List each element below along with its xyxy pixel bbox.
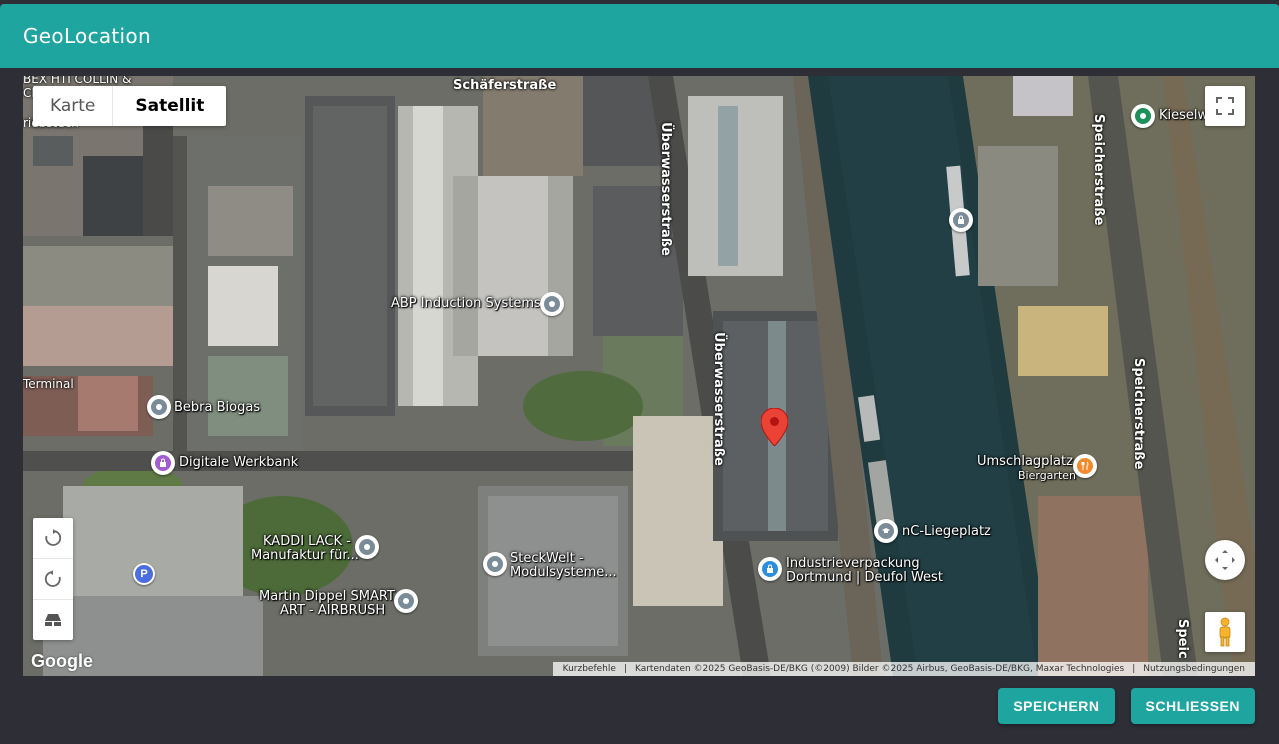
satellite-imagery: [23, 76, 1255, 676]
place-label[interactable]: Manufaktur für...: [251, 549, 359, 563]
rotate-clockwise-button[interactable]: [33, 518, 73, 559]
map-marker-icon[interactable]: [760, 407, 789, 451]
place-label[interactable]: Umschlagplatz: [977, 455, 1073, 469]
place-label[interactable]: Martin Dippel SMART: [259, 590, 395, 604]
rotate-clockwise-icon: [45, 529, 62, 546]
map-type-karte-button[interactable]: Karte: [33, 86, 112, 126]
place-label[interactable]: Digitale Werkbank: [179, 456, 298, 470]
map-attribution: Kurzbefehle | Kartendaten ©2025 GeoBasis…: [552, 662, 1255, 676]
fullscreen-button[interactable]: [1205, 86, 1245, 126]
place-label[interactable]: ABP Induction Systems: [391, 297, 541, 311]
google-logo: Google: [31, 651, 93, 671]
camera-control-button[interactable]: [1205, 540, 1245, 580]
save-button[interactable]: SPEICHERN: [998, 688, 1115, 724]
map-data-text: Kartendaten ©2025 GeoBasis-DE/BKG (©2009…: [634, 664, 1125, 674]
map-type-control: Karte Satellit: [33, 86, 227, 126]
camera-control-icon: [1215, 550, 1235, 570]
location-pin-icon[interactable]: [483, 552, 507, 576]
place-label[interactable]: SteckWelt -: [510, 552, 584, 566]
dialog-actions: SPEICHERN SCHLIESSEN: [998, 688, 1255, 724]
place-label[interactable]: Industrieverpackung: [786, 557, 920, 571]
parking-icon[interactable]: P: [133, 563, 155, 585]
tilt-icon: [45, 614, 61, 626]
street-label: Speic: [1175, 619, 1190, 659]
location-pin-icon[interactable]: [147, 395, 171, 419]
street-label: Speicherstraße: [1091, 114, 1106, 226]
place-label: BEX HTI COLLIN &: [23, 76, 132, 86]
lock-pin-icon[interactable]: [758, 557, 782, 581]
shopping-bag-icon[interactable]: [151, 451, 175, 475]
place-label[interactable]: KADDI LACK -: [263, 535, 351, 549]
lock-pin-icon[interactable]: [949, 208, 973, 232]
tilt-button[interactable]: [33, 600, 73, 640]
place-label[interactable]: ART - AIRBRUSH: [280, 604, 385, 618]
street-view-pegman-button[interactable]: [1205, 612, 1245, 652]
map-canvas[interactable]: Schäferstraße Überwasserstraße Überwasse…: [23, 76, 1255, 676]
map-type-satellit-button[interactable]: Satellit: [112, 86, 226, 126]
terms-link[interactable]: Nutzungsbedingungen: [1143, 664, 1245, 674]
location-pin-icon[interactable]: [355, 535, 379, 559]
rotate-counterclockwise-button[interactable]: [33, 559, 73, 600]
pegman-icon: [1219, 617, 1231, 647]
park-icon[interactable]: [1131, 104, 1155, 128]
place-label: Terminal: [23, 377, 74, 391]
location-pin-icon[interactable]: [394, 589, 418, 613]
place-label[interactable]: Kieselw: [1159, 109, 1208, 123]
keyboard-shortcuts-link[interactable]: Kurzbefehle: [563, 664, 616, 674]
dialog-header: GeoLocation: [0, 4, 1279, 68]
street-label: Überwasserstraße: [711, 332, 726, 466]
school-icon[interactable]: [874, 519, 898, 543]
place-label[interactable]: Bebra Biogas: [174, 401, 260, 415]
street-label: Überwasserstraße: [658, 122, 673, 256]
location-pin-icon[interactable]: [540, 292, 564, 316]
place-label[interactable]: Dortmund | Deufol West: [786, 571, 943, 585]
place-label[interactable]: nC-Liegeplatz: [902, 525, 991, 539]
rotate-tilt-control: [33, 518, 73, 640]
geolocation-dialog: GeoLocation Schäferstraße Überwasserstra…: [0, 0, 1279, 744]
street-label: Schäferstraße: [453, 78, 557, 93]
rotate-counterclockwise-icon: [44, 570, 61, 587]
restaurant-icon[interactable]: [1073, 454, 1097, 478]
dialog-title: GeoLocation: [23, 24, 151, 48]
place-label[interactable]: Modulsysteme...: [510, 566, 617, 580]
place-label[interactable]: Biergarten: [1018, 469, 1076, 483]
fullscreen-icon: [1216, 97, 1234, 115]
close-button[interactable]: SCHLIESSEN: [1130, 688, 1255, 724]
street-label: Speicherstraße: [1131, 358, 1146, 470]
